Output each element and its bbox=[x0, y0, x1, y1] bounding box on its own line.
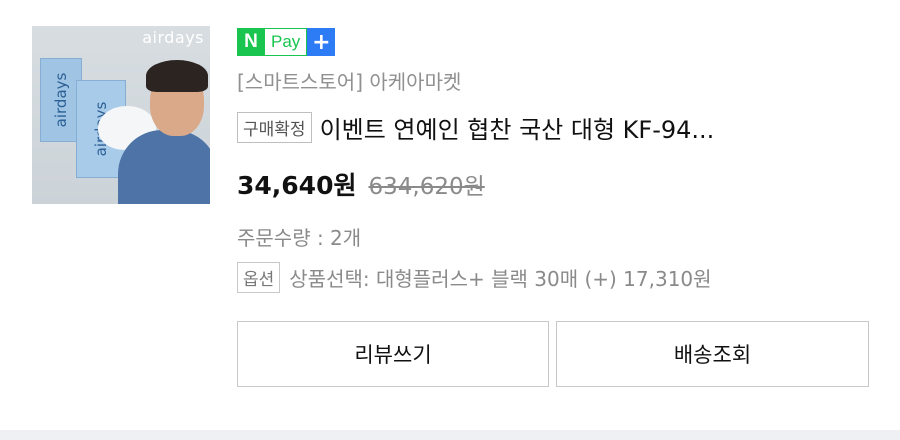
write-review-button[interactable]: 리뷰쓰기 bbox=[237, 321, 549, 387]
product-title-row[interactable]: 구매확정 이벤트 연예인 협찬 국산 대형 KF-94... bbox=[237, 110, 877, 145]
option-row: 옵션 상품선택: 대형플러스+ 블랙 30매 (+) 17,310원 bbox=[237, 262, 712, 293]
section-divider bbox=[0, 430, 900, 440]
product-title[interactable]: 이벤트 연예인 협찬 국산 대형 KF-94... bbox=[320, 110, 715, 145]
model-hair-image bbox=[146, 60, 208, 92]
track-shipping-button[interactable]: 배송조회 bbox=[556, 321, 869, 387]
thumbnail-brand-text: airdays bbox=[142, 28, 204, 47]
original-price: 634,620원 bbox=[368, 174, 485, 200]
npay-plus-badge: N Pay + bbox=[237, 28, 336, 56]
order-quantity: 주문수량 : 2개 bbox=[237, 226, 362, 250]
order-item-card: airdays airdays airdays N Pay + [스마트스토어]… bbox=[0, 0, 900, 430]
option-text: 상품선택: 대형플러스+ 블랙 30매 (+) 17,310원 bbox=[289, 267, 712, 291]
store-name[interactable]: [스마트스토어] 아케아마켓 bbox=[237, 66, 461, 95]
product-thumbnail[interactable]: airdays airdays airdays bbox=[32, 26, 210, 204]
model-body-image bbox=[118, 130, 210, 204]
option-badge: 옵션 bbox=[237, 262, 281, 293]
pay-label: Pay bbox=[265, 28, 308, 56]
price-row: 34,640원 634,620원 bbox=[237, 166, 485, 202]
mask-box-label: airdays bbox=[52, 72, 70, 128]
purchase-confirmed-badge: 구매확정 bbox=[237, 112, 312, 143]
sale-price: 34,640원 bbox=[237, 171, 357, 200]
naver-n-icon: N bbox=[237, 28, 265, 56]
plus-icon: + bbox=[307, 28, 336, 56]
